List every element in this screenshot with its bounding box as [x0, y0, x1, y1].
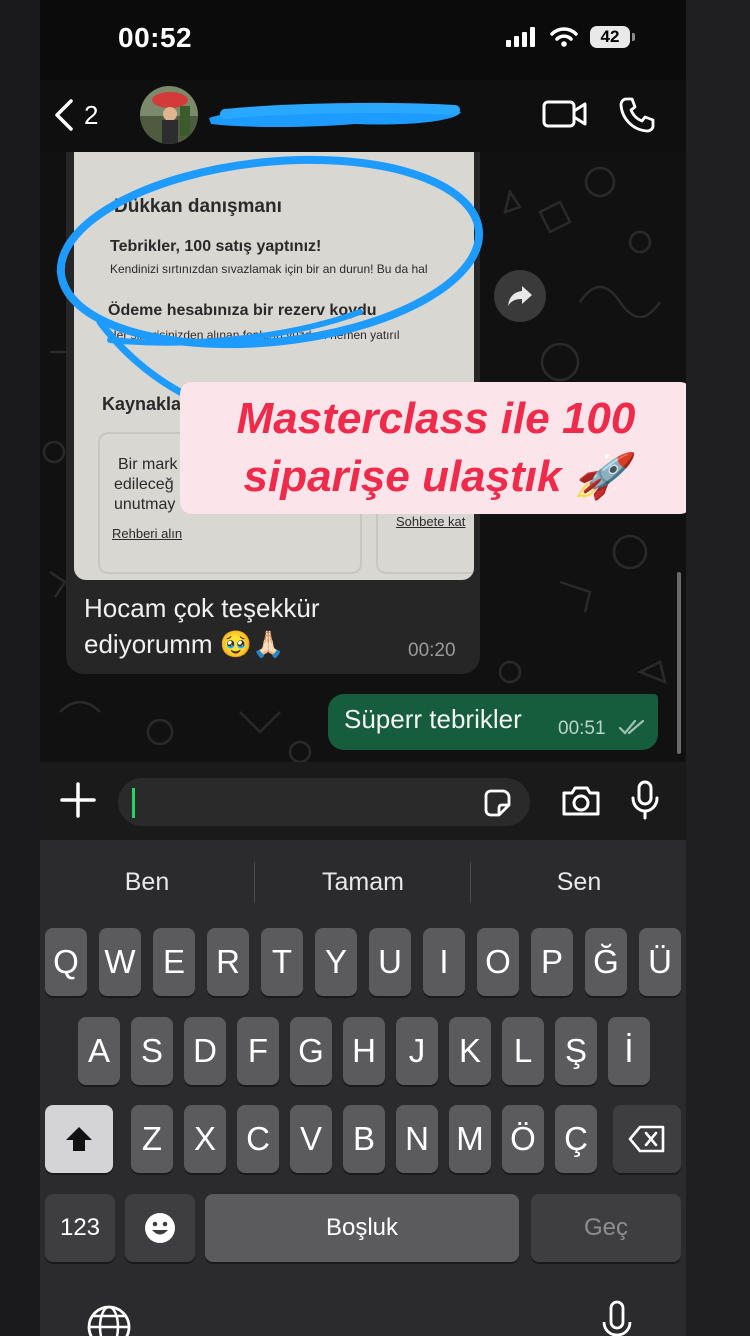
- key-y[interactable]: Y: [315, 928, 357, 996]
- status-icons: 42: [506, 26, 635, 48]
- key-p[interactable]: P: [531, 928, 573, 996]
- chat-area[interactable]: Dükkan danışmanı Tebrikler, 100 satış ya…: [40, 152, 686, 762]
- numbers-key-label: 123: [59, 1214, 101, 1241]
- left-bezel: [0, 0, 40, 1336]
- keyboard: Ben Tamam Sen Q W E R T Y U I O P Ğ Ü A …: [40, 840, 686, 1336]
- return-key[interactable]: Geç: [531, 1194, 681, 1262]
- right-bezel: [686, 0, 750, 1336]
- read-receipt-icon: [618, 719, 645, 735]
- key-h[interactable]: H: [343, 1017, 385, 1085]
- key-d[interactable]: D: [184, 1017, 226, 1085]
- key-q[interactable]: Q: [45, 928, 87, 996]
- outgoing-message-bubble[interactable]: Süperr tebrikler 00:51: [328, 694, 658, 750]
- space-key[interactable]: Boşluk: [205, 1194, 519, 1262]
- key-c-cedilla[interactable]: Ç: [555, 1105, 597, 1173]
- suggestion-3[interactable]: Sen: [472, 868, 686, 897]
- suggestion-2[interactable]: Tamam: [256, 868, 470, 897]
- key-f[interactable]: F: [237, 1017, 279, 1085]
- phone-screen: 00:52 42 2 Dükkan danışmanı Tebrikler, 1…: [40, 0, 686, 1336]
- key-o[interactable]: O: [477, 928, 519, 996]
- forward-icon: [508, 286, 532, 306]
- chevron-left-icon: [55, 99, 73, 131]
- key-s-cedilla[interactable]: Ş: [555, 1017, 597, 1085]
- shift-icon: [66, 1127, 92, 1151]
- back-button[interactable]: 2: [52, 98, 98, 132]
- shift-key[interactable]: [45, 1105, 113, 1173]
- key-b[interactable]: B: [343, 1105, 385, 1173]
- forward-button[interactable]: [494, 270, 546, 322]
- dictation-microphone-icon[interactable]: [600, 1300, 634, 1336]
- phone-call-icon[interactable]: [618, 96, 656, 134]
- photo-card-text3: unutmay: [114, 496, 176, 513]
- keyboard-bottom-bar: [40, 1296, 686, 1336]
- status-time: 00:52: [118, 22, 193, 53]
- outgoing-message-time: 00:51: [558, 718, 606, 739]
- emoji-key[interactable]: [125, 1194, 195, 1262]
- microphone-icon[interactable]: [630, 780, 660, 820]
- key-g[interactable]: G: [290, 1017, 332, 1085]
- message-input[interactable]: [118, 778, 530, 826]
- caption-sticker: Masterclass ile 100 siparişe ulaştık 🚀: [180, 382, 686, 514]
- sticker-icon[interactable]: [482, 788, 512, 818]
- text-cursor: [132, 788, 135, 818]
- incoming-message-time: 00:20: [408, 640, 456, 661]
- key-z[interactable]: Z: [131, 1105, 173, 1173]
- suggestion-bar: Ben Tamam Sen: [40, 858, 686, 908]
- key-v[interactable]: V: [290, 1105, 332, 1173]
- backspace-key[interactable]: [613, 1105, 681, 1173]
- key-m[interactable]: M: [449, 1105, 491, 1173]
- key-w[interactable]: W: [99, 928, 141, 996]
- photo-card-text2: edileceğ: [114, 476, 174, 493]
- message-input-bar: [40, 762, 686, 840]
- globe-icon[interactable]: [86, 1304, 132, 1336]
- plus-icon[interactable]: [58, 780, 98, 820]
- wifi-icon: [550, 27, 578, 47]
- key-c[interactable]: C: [237, 1105, 279, 1173]
- key-j[interactable]: J: [396, 1017, 438, 1085]
- emoji-icon: [145, 1213, 175, 1243]
- photo-card2-link: Sohbete kat: [396, 514, 466, 529]
- signal-icon: [506, 27, 535, 47]
- sticker-text: Masterclass ile 100 siparişe ulaştık 🚀: [236, 394, 636, 501]
- chat-header: 2: [40, 80, 686, 152]
- key-x[interactable]: X: [184, 1105, 226, 1173]
- incoming-message-text: Hocam çok teşekkür ediyorumm 🥹🙏🏻: [84, 593, 320, 659]
- key-s[interactable]: S: [131, 1017, 173, 1085]
- contact-avatar[interactable]: [140, 86, 198, 144]
- key-u-umlaut[interactable]: Ü: [639, 928, 681, 996]
- key-g-breve[interactable]: Ğ: [585, 928, 627, 996]
- outgoing-message-text: Süperr tebrikler: [344, 704, 522, 734]
- key-r[interactable]: R: [207, 928, 249, 996]
- unread-count: 2: [84, 99, 99, 130]
- suggestion-1[interactable]: Ben: [40, 868, 254, 897]
- video-call-icon[interactable]: [542, 98, 588, 130]
- photo-card-link: Rehberi alın: [112, 526, 183, 541]
- key-i-dotted[interactable]: İ: [608, 1017, 650, 1085]
- key-o-umlaut[interactable]: Ö: [502, 1105, 544, 1173]
- numbers-key[interactable]: 123: [45, 1194, 115, 1262]
- status-bar: 00:52 42: [40, 0, 686, 80]
- photo-card-text1: Bir mark: [118, 456, 178, 473]
- suggestion-divider: [470, 862, 471, 902]
- backspace-icon: [628, 1125, 665, 1153]
- return-key-label: Geç: [583, 1214, 628, 1241]
- chat-scrollbar[interactable]: [677, 572, 681, 754]
- redacted-contact-name: [209, 102, 461, 127]
- key-t[interactable]: T: [261, 928, 303, 996]
- camera-icon[interactable]: [560, 784, 602, 818]
- key-e[interactable]: E: [153, 928, 195, 996]
- key-u[interactable]: U: [369, 928, 411, 996]
- key-n[interactable]: N: [396, 1105, 438, 1173]
- battery-indicator: 42: [590, 26, 635, 48]
- key-a[interactable]: A: [78, 1017, 120, 1085]
- space-key-label: Boşluk: [325, 1214, 399, 1241]
- key-l[interactable]: L: [502, 1017, 544, 1085]
- suggestion-divider: [254, 862, 255, 902]
- key-k[interactable]: K: [449, 1017, 491, 1085]
- key-i[interactable]: I: [423, 928, 465, 996]
